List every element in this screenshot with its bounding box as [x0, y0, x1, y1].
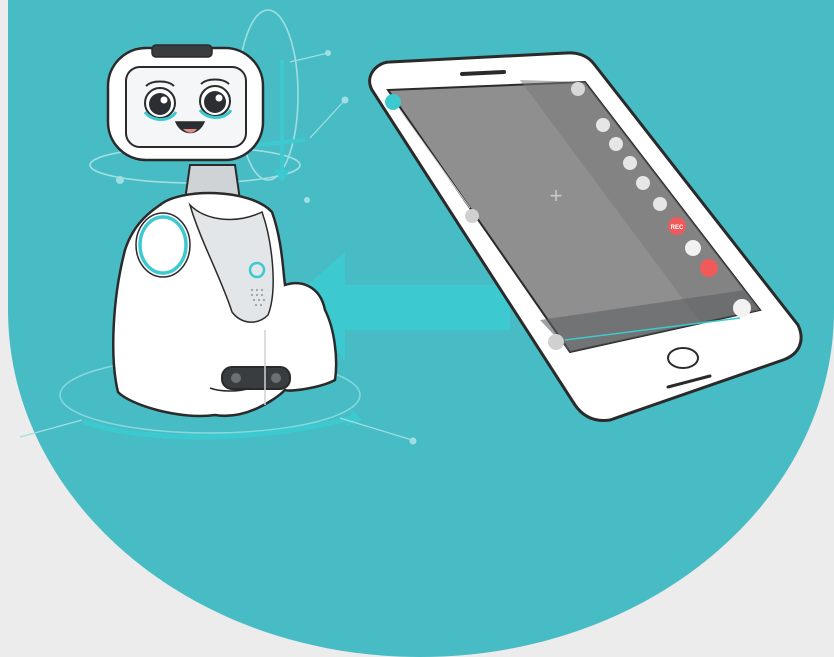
joystick-icon[interactable] — [548, 334, 564, 350]
shoulder-light-ring — [138, 215, 188, 275]
sensor-dot-right — [271, 373, 281, 383]
record-label: REC — [671, 225, 684, 231]
sensor-dot-left — [231, 373, 241, 383]
phone-speaker — [460, 70, 506, 76]
scissors-icon[interactable] — [685, 240, 701, 256]
home-icon[interactable] — [385, 94, 401, 110]
illustration-stage: + REC — [0, 0, 834, 657]
camera-icon[interactable] — [596, 118, 610, 132]
volume-icon[interactable] — [653, 197, 667, 211]
buddy-head — [106, 44, 265, 162]
orbit-dot-1 — [116, 176, 124, 184]
heart-icon[interactable] — [636, 176, 650, 190]
robot-icon[interactable] — [733, 299, 751, 317]
camera-crosshair: + — [550, 183, 563, 208]
phone-home-button[interactable] — [667, 347, 699, 369]
tilt-handle-icon[interactable] — [465, 209, 479, 223]
chevron-up-icon[interactable] — [571, 82, 585, 96]
pointer-dot — [409, 437, 417, 445]
stop-button[interactable] — [700, 259, 718, 277]
head-top-camera — [151, 44, 213, 58]
eye-icon[interactable] — [623, 156, 637, 170]
buddy-robot-illustration: + REC — [8, 0, 834, 657]
orbit-dot-4 — [304, 197, 310, 203]
photo-icon[interactable] — [609, 137, 623, 151]
